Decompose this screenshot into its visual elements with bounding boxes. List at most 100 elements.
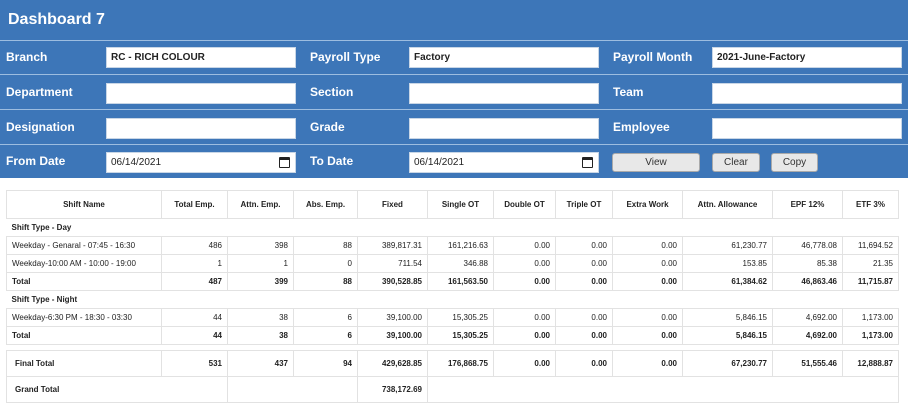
grand-total-row: Grand Total 738,172.69 <box>6 376 899 403</box>
calendar-icon[interactable] <box>582 157 593 168</box>
table-cell: 46,863.46 <box>772 272 843 291</box>
column-header: ETF 3% <box>842 190 899 219</box>
column-header: Triple OT <box>555 190 613 219</box>
table-cell: 15,305.25 <box>427 326 494 345</box>
payroll-month-field[interactable]: 2021-June-Factory <box>712 47 902 68</box>
section-header-row: Shift Type - Day <box>6 218 899 237</box>
table-cell: 6 <box>293 326 358 345</box>
table-cell: 0.00 <box>612 254 683 273</box>
section-title: Shift Type - Day <box>6 218 899 237</box>
table-cell: 61,230.77 <box>682 236 773 255</box>
table-cell: 0.00 <box>612 308 683 327</box>
from-date-field[interactable]: 06/14/2021 <box>106 152 296 173</box>
table-cell: 1 <box>161 254 228 273</box>
table-cell: 161,216.63 <box>427 236 494 255</box>
section-field[interactable] <box>409 83 599 104</box>
table-cell: 390,528.85 <box>357 272 428 291</box>
table-cell: 346.88 <box>427 254 494 273</box>
row-label: Total <box>6 326 162 345</box>
table-cell: 38 <box>227 326 294 345</box>
filter-row-3: Designation Grade Employee <box>0 109 908 144</box>
table-cell: 0.00 <box>493 308 556 327</box>
table-cell: 4,692.00 <box>772 326 843 345</box>
table-cell: 0 <box>293 254 358 273</box>
table-row: Weekday - Genaral - 07:45 - 16:30 486 398 8… <box>6 236 899 255</box>
table-cell: 486 <box>161 236 228 255</box>
column-header: Double OT <box>493 190 556 219</box>
table-cell: 487 <box>161 272 228 291</box>
filter-row-1: Branch RC - RICH COLOUR Payroll Type Fac… <box>0 40 908 74</box>
clear-button[interactable]: Clear <box>712 153 760 172</box>
department-field[interactable] <box>106 83 296 104</box>
total-row: Total 44 38 6 39,100.00 15,305.25 0.00 0.00 0.00… <box>6 326 899 345</box>
payroll-type-field[interactable]: Factory <box>409 47 599 68</box>
row-label: Weekday-10:00 AM - 10:00 - 19:00 <box>6 254 162 273</box>
table-cell: 88 <box>293 236 358 255</box>
view-button[interactable]: View <box>612 153 700 172</box>
team-label: Team <box>613 85 644 99</box>
table-cell: 6 <box>293 308 358 327</box>
table-cell: 711.54 <box>357 254 428 273</box>
grade-field[interactable] <box>409 118 599 139</box>
table-cell: 0.00 <box>612 350 683 377</box>
column-header: Abs. Emp. <box>293 190 358 219</box>
filter-row-2: Department Section Team <box>0 74 908 109</box>
grand-total-label: Grand Total <box>6 376 228 403</box>
team-field[interactable] <box>712 83 902 104</box>
table-cell: 85.38 <box>772 254 843 273</box>
table-cell: 44 <box>161 308 228 327</box>
table-cell: 0.00 <box>555 326 613 345</box>
table-cell: 0.00 <box>493 236 556 255</box>
table-cell: 1,173.00 <box>842 308 899 327</box>
column-header: Total Emp. <box>161 190 228 219</box>
table-cell: 0.00 <box>555 308 613 327</box>
table-cell: 398 <box>227 236 294 255</box>
branch-field[interactable]: RC - RICH COLOUR <box>106 47 296 68</box>
table-cell: 39,100.00 <box>357 308 428 327</box>
table-cell <box>427 376 899 403</box>
row-label: Weekday-6:30 PM - 18:30 - 03:30 <box>6 308 162 327</box>
calendar-icon[interactable] <box>279 157 290 168</box>
table-cell: 11,694.52 <box>842 236 899 255</box>
to-date-value: 06/14/2021 <box>414 157 465 168</box>
copy-button[interactable]: Copy <box>771 153 818 172</box>
designation-field[interactable] <box>106 118 296 139</box>
table-cell: 88 <box>293 272 358 291</box>
filter-row-4: From Date 06/14/2021 To Date 06/14/2021 … <box>0 144 908 178</box>
payroll-month-label: Payroll Month <box>613 50 693 64</box>
table-row: Weekday-10:00 AM - 10:00 - 19:00 1 1 0 711.5… <box>6 254 899 273</box>
table-cell: 67,230.77 <box>682 350 773 377</box>
row-label: Weekday - Genaral - 07:45 - 16:30 <box>6 236 162 255</box>
table-cell: 0.00 <box>555 350 613 377</box>
column-header: Extra Work <box>612 190 683 219</box>
table-cell: 389,817.31 <box>357 236 428 255</box>
table-cell: 39,100.00 <box>357 326 428 345</box>
table-header-row: Shift Name Total Emp. Attn. Emp. Abs. Emp. F… <box>6 190 899 219</box>
employee-field[interactable] <box>712 118 902 139</box>
table-cell: 0.00 <box>493 326 556 345</box>
table-cell: 15,305.25 <box>427 308 494 327</box>
from-date-label: From Date <box>6 154 66 168</box>
from-date-value: 06/14/2021 <box>111 157 162 168</box>
table-cell: 94 <box>293 350 358 377</box>
table-cell: 531 <box>161 350 228 377</box>
to-date-field[interactable]: 06/14/2021 <box>409 152 599 173</box>
filter-panel: Dashboard 7 Branch RC - RICH COLOUR Payr… <box>0 0 908 178</box>
final-total-row: Final Total 531 437 94 429,628.85 176,868.75 0… <box>6 350 899 377</box>
table-cell: 1,173.00 <box>842 326 899 345</box>
section-label: Section <box>310 85 354 99</box>
table-cell: 161,563.50 <box>427 272 494 291</box>
table-cell: 153.85 <box>682 254 773 273</box>
column-header: Attn. Emp. <box>227 190 294 219</box>
table-cell: 44 <box>161 326 228 345</box>
grade-label: Grade <box>310 120 345 134</box>
table-cell: 0.00 <box>555 272 613 291</box>
table-cell: 0.00 <box>493 272 556 291</box>
row-label: Total <box>6 272 162 291</box>
column-header: Single OT <box>427 190 494 219</box>
shift-summary-table: Shift Name Total Emp. Attn. Emp. Abs. Emp. F… <box>6 190 899 403</box>
table-cell: 12,888.87 <box>842 350 899 377</box>
table-cell: 0.00 <box>612 326 683 345</box>
payroll-type-label: Payroll Type <box>310 50 381 64</box>
table-cell: 429,628.85 <box>357 350 428 377</box>
